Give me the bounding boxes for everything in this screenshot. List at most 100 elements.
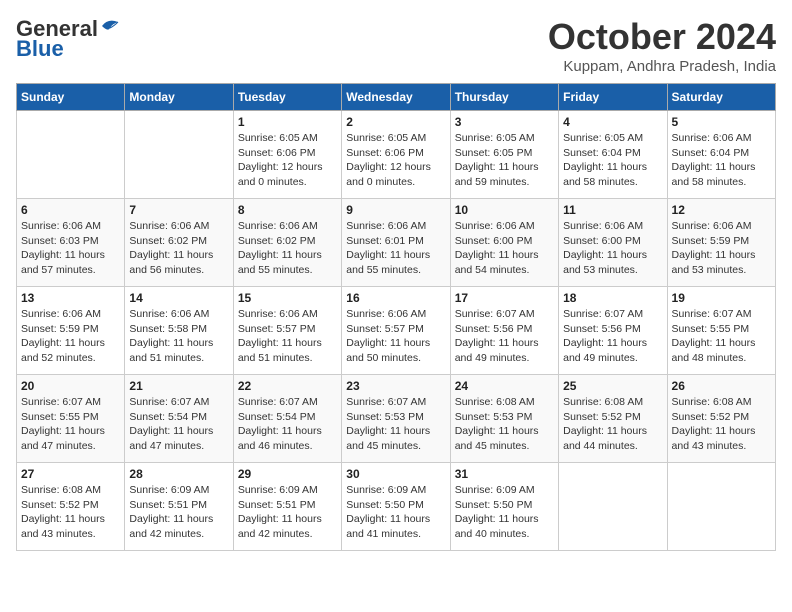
day-number: 29 [238,467,337,481]
calendar-table: SundayMondayTuesdayWednesdayThursdayFrid… [16,83,776,551]
day-info: Sunrise: 6:05 AM Sunset: 6:06 PM Dayligh… [346,131,445,190]
calendar-cell: 13Sunrise: 6:06 AM Sunset: 5:59 PM Dayli… [17,287,125,375]
day-info: Sunrise: 6:09 AM Sunset: 5:51 PM Dayligh… [129,483,228,542]
calendar-cell: 24Sunrise: 6:08 AM Sunset: 5:53 PM Dayli… [450,375,558,463]
day-number: 20 [21,379,120,393]
day-info: Sunrise: 6:09 AM Sunset: 5:50 PM Dayligh… [346,483,445,542]
day-info: Sunrise: 6:06 AM Sunset: 6:03 PM Dayligh… [21,219,120,278]
day-number: 22 [238,379,337,393]
day-header-thursday: Thursday [450,84,558,111]
logo-bird-icon [100,18,122,36]
day-number: 5 [672,115,771,129]
day-info: Sunrise: 6:08 AM Sunset: 5:52 PM Dayligh… [672,395,771,454]
day-number: 10 [455,203,554,217]
calendar-week-3: 13Sunrise: 6:06 AM Sunset: 5:59 PM Dayli… [17,287,776,375]
day-number: 21 [129,379,228,393]
day-number: 15 [238,291,337,305]
calendar-cell: 9Sunrise: 6:06 AM Sunset: 6:01 PM Daylig… [342,199,450,287]
day-info: Sunrise: 6:09 AM Sunset: 5:50 PM Dayligh… [455,483,554,542]
calendar-cell: 10 Sunrise: 6:06 AM Sunset: 6:00 PM Dayli… [450,199,558,287]
calendar-week-1: 1 Sunrise: 6:05 AM Sunset: 6:06 PM Daylig… [17,111,776,199]
calendar-cell: 18 Sunrise: 6:07 AM Sunset: 5:56 PM Dayli… [559,287,667,375]
logo-blue-text: Blue [16,36,64,62]
calendar-cell [667,463,775,551]
day-header-saturday: Saturday [667,84,775,111]
calendar-cell: 3 Sunrise: 6:05 AM Sunset: 6:05 PM Daylig… [450,111,558,199]
calendar-week-5: 27Sunrise: 6:08 AM Sunset: 5:52 PM Dayli… [17,463,776,551]
day-info: Sunrise: 6:07 AM Sunset: 5:53 PM Dayligh… [346,395,445,454]
calendar-cell: 20 Sunrise: 6:07 AM Sunset: 5:55 PM Dayli… [17,375,125,463]
calendar-body: 1 Sunrise: 6:05 AM Sunset: 6:06 PM Daylig… [17,111,776,551]
day-info: Sunrise: 6:07 AM Sunset: 5:55 PM Dayligh… [21,395,120,454]
day-number: 28 [129,467,228,481]
calendar-cell: 4Sunrise: 6:05 AM Sunset: 6:04 PM Daylig… [559,111,667,199]
day-number: 19 [672,291,771,305]
day-number: 13 [21,291,120,305]
calendar-week-2: 6 Sunrise: 6:06 AM Sunset: 6:03 PM Daylig… [17,199,776,287]
calendar-cell: 21 Sunrise: 6:07 AM Sunset: 5:54 PM Dayli… [125,375,233,463]
day-number: 16 [346,291,445,305]
title-block: October 2024 Kuppam, Andhra Pradesh, Ind… [548,16,776,75]
day-number: 17 [455,291,554,305]
day-info: Sunrise: 6:06 AM Sunset: 5:59 PM Dayligh… [672,219,771,278]
day-number: 6 [21,203,120,217]
calendar-cell: 1 Sunrise: 6:05 AM Sunset: 6:06 PM Daylig… [233,111,341,199]
calendar-header-row: SundayMondayTuesdayWednesdayThursdayFrid… [17,84,776,111]
page-header: General Blue October 2024 Kuppam, Andhra… [16,16,776,75]
day-info: Sunrise: 6:06 AM Sunset: 5:57 PM Dayligh… [238,307,337,366]
day-info: Sunrise: 6:08 AM Sunset: 5:52 PM Dayligh… [21,483,120,542]
calendar-cell: 5 Sunrise: 6:06 AM Sunset: 6:04 PM Daylig… [667,111,775,199]
day-info: Sunrise: 6:08 AM Sunset: 5:52 PM Dayligh… [563,395,662,454]
calendar-cell: 8 Sunrise: 6:06 AM Sunset: 6:02 PM Daylig… [233,199,341,287]
day-info: Sunrise: 6:06 AM Sunset: 6:04 PM Dayligh… [672,131,771,190]
month-title: October 2024 [548,16,776,58]
day-info: Sunrise: 6:07 AM Sunset: 5:56 PM Dayligh… [563,307,662,366]
day-info: Sunrise: 6:07 AM Sunset: 5:56 PM Dayligh… [455,307,554,366]
calendar-cell: 23Sunrise: 6:07 AM Sunset: 5:53 PM Dayli… [342,375,450,463]
day-info: Sunrise: 6:06 AM Sunset: 6:02 PM Dayligh… [129,219,228,278]
day-number: 1 [238,115,337,129]
day-number: 30 [346,467,445,481]
day-info: Sunrise: 6:06 AM Sunset: 6:00 PM Dayligh… [455,219,554,278]
calendar-cell: 6 Sunrise: 6:06 AM Sunset: 6:03 PM Daylig… [17,199,125,287]
day-info: Sunrise: 6:05 AM Sunset: 6:06 PM Dayligh… [238,131,337,190]
day-info: Sunrise: 6:08 AM Sunset: 5:53 PM Dayligh… [455,395,554,454]
logo: General Blue [16,16,122,62]
day-number: 3 [455,115,554,129]
day-info: Sunrise: 6:05 AM Sunset: 6:04 PM Dayligh… [563,131,662,190]
calendar-cell [125,111,233,199]
calendar-cell: 28 Sunrise: 6:09 AM Sunset: 5:51 PM Dayli… [125,463,233,551]
day-number: 11 [563,203,662,217]
day-info: Sunrise: 6:06 AM Sunset: 5:58 PM Dayligh… [129,307,228,366]
calendar-cell [17,111,125,199]
day-info: Sunrise: 6:09 AM Sunset: 5:51 PM Dayligh… [238,483,337,542]
day-number: 8 [238,203,337,217]
day-number: 31 [455,467,554,481]
day-info: Sunrise: 6:06 AM Sunset: 6:00 PM Dayligh… [563,219,662,278]
day-info: Sunrise: 6:07 AM Sunset: 5:54 PM Dayligh… [238,395,337,454]
day-info: Sunrise: 6:06 AM Sunset: 6:01 PM Dayligh… [346,219,445,278]
day-number: 2 [346,115,445,129]
day-info: Sunrise: 6:06 AM Sunset: 6:02 PM Dayligh… [238,219,337,278]
day-header-wednesday: Wednesday [342,84,450,111]
calendar-cell: 29 Sunrise: 6:09 AM Sunset: 5:51 PM Dayli… [233,463,341,551]
calendar-week-4: 20 Sunrise: 6:07 AM Sunset: 5:55 PM Dayli… [17,375,776,463]
calendar-cell: 22 Sunrise: 6:07 AM Sunset: 5:54 PM Dayli… [233,375,341,463]
day-info: Sunrise: 6:05 AM Sunset: 6:05 PM Dayligh… [455,131,554,190]
day-number: 18 [563,291,662,305]
calendar-cell: 7 Sunrise: 6:06 AM Sunset: 6:02 PM Daylig… [125,199,233,287]
calendar-cell: 14Sunrise: 6:06 AM Sunset: 5:58 PM Dayli… [125,287,233,375]
day-info: Sunrise: 6:07 AM Sunset: 5:54 PM Dayligh… [129,395,228,454]
calendar-cell: 31 Sunrise: 6:09 AM Sunset: 5:50 PM Dayli… [450,463,558,551]
calendar-cell [559,463,667,551]
calendar-cell: 16Sunrise: 6:06 AM Sunset: 5:57 PM Dayli… [342,287,450,375]
day-info: Sunrise: 6:07 AM Sunset: 5:55 PM Dayligh… [672,307,771,366]
calendar-cell: 15 Sunrise: 6:06 AM Sunset: 5:57 PM Dayli… [233,287,341,375]
day-header-sunday: Sunday [17,84,125,111]
day-number: 7 [129,203,228,217]
calendar-cell: 30 Sunrise: 6:09 AM Sunset: 5:50 PM Dayli… [342,463,450,551]
day-number: 25 [563,379,662,393]
calendar-cell: 2 Sunrise: 6:05 AM Sunset: 6:06 PM Daylig… [342,111,450,199]
day-header-friday: Friday [559,84,667,111]
day-number: 12 [672,203,771,217]
